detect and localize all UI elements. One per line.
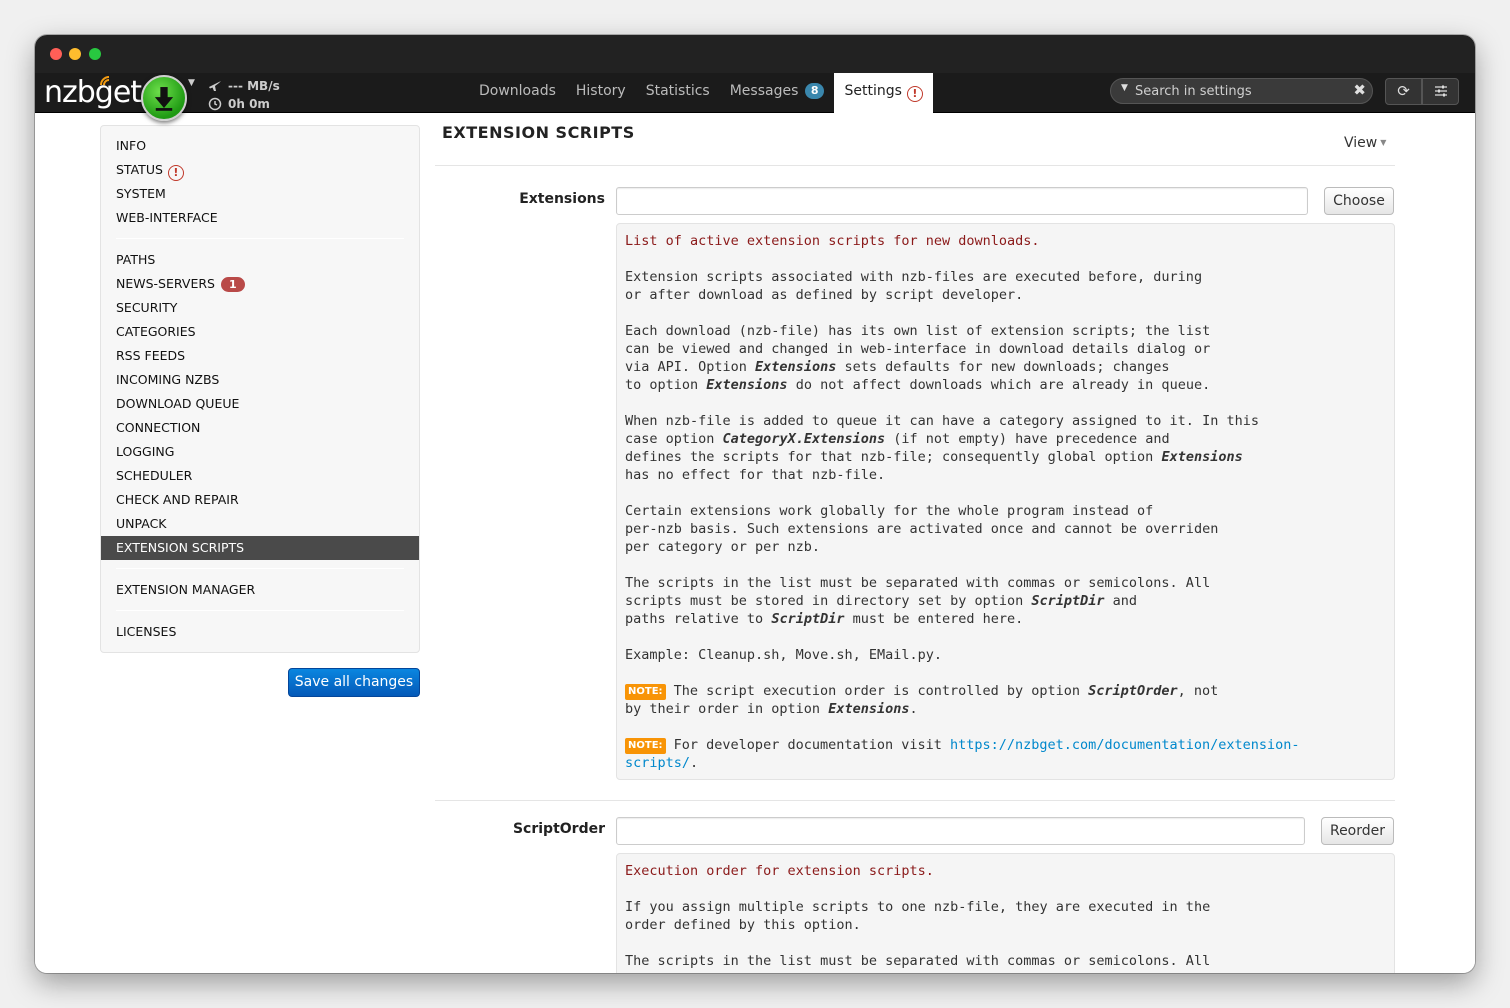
news-servers-badge: 1 bbox=[220, 277, 245, 292]
download-arrow-icon bbox=[154, 87, 174, 111]
tab-messages[interactable]: Messages 8 bbox=[720, 73, 835, 113]
description-text: must be entered here. bbox=[844, 611, 1024, 627]
search-input[interactable] bbox=[1135, 81, 1335, 101]
speed-value: --- MB/s bbox=[228, 78, 280, 93]
wifi-waves-icon bbox=[100, 76, 110, 86]
sidebar-item-rss-feeds[interactable]: RSS FEEDS bbox=[101, 344, 419, 368]
description-text: For developer documentation visit bbox=[665, 737, 951, 753]
tab-history[interactable]: History bbox=[566, 73, 636, 113]
save-all-changes-button[interactable]: Save all changes bbox=[288, 668, 420, 697]
sidebar-item-unpack[interactable]: UNPACK bbox=[101, 512, 419, 536]
description-lead: List of active extension scripts for new… bbox=[625, 233, 1040, 249]
refresh-icon: ⟳ bbox=[1397, 82, 1410, 100]
sidebar-item-categories[interactable]: CATEGORIES bbox=[101, 320, 419, 344]
sidebar-item-info[interactable]: INFO bbox=[101, 134, 419, 158]
sidebar-item-download-queue[interactable]: DOWNLOAD QUEUE bbox=[101, 392, 419, 416]
close-icon[interactable]: ✖ bbox=[1353, 81, 1366, 99]
extensions-input[interactable] bbox=[616, 187, 1308, 215]
description-text: . bbox=[909, 701, 918, 717]
description-text: Certain extensions work globally for the… bbox=[625, 503, 1219, 555]
sidebar-item-scheduler[interactable]: SCHEDULER bbox=[101, 464, 419, 488]
description-text: do not affect downloads which are alread… bbox=[787, 377, 1211, 393]
navbar: nzbget ▼ --- MB/s 0h 0m Downloads Histor… bbox=[35, 73, 1475, 121]
description-text: The script execution order is controlled… bbox=[665, 683, 1089, 699]
option-ref: ScriptDir bbox=[1031, 593, 1105, 609]
plane-icon bbox=[209, 81, 221, 91]
clock-icon bbox=[208, 97, 222, 111]
option-label-extensions: Extensions bbox=[519, 191, 605, 207]
logo: nzbget bbox=[44, 75, 142, 110]
sidebar-divider bbox=[116, 238, 404, 239]
option-divider bbox=[435, 800, 1395, 801]
refresh-button[interactable]: ⟳ bbox=[1385, 78, 1422, 105]
speed-info[interactable]: --- MB/s 0h 0m bbox=[208, 77, 280, 113]
note-badge: NOTE: bbox=[625, 738, 666, 754]
download-menu-caret[interactable]: ▼ bbox=[188, 78, 195, 88]
description-text: Example: Cleanup.sh, Move.sh, EMail.py. bbox=[625, 647, 942, 663]
sidebar-divider bbox=[116, 610, 404, 611]
sidebar-item-web-interface[interactable]: WEB-INTERFACE bbox=[101, 206, 419, 230]
maximize-window-button[interactable] bbox=[89, 48, 101, 60]
option-ref: ScriptDir bbox=[771, 611, 845, 627]
warning-icon: ! bbox=[906, 86, 923, 102]
sidebar-item-news-servers[interactable]: NEWS-SERVERS 1 bbox=[101, 272, 419, 296]
chevron-down-icon: ▼ bbox=[1380, 138, 1387, 147]
sidebar-item-extension-manager[interactable]: EXTENSION MANAGER bbox=[101, 578, 419, 602]
sidebar-item-incoming-nzbs[interactable]: INCOMING NZBS bbox=[101, 368, 419, 392]
tab-downloads[interactable]: Downloads bbox=[469, 73, 566, 113]
title-bar bbox=[35, 35, 1475, 73]
sidebar-item-connection[interactable]: CONNECTION bbox=[101, 416, 419, 440]
sidebar-item-security[interactable]: SECURITY bbox=[101, 296, 419, 320]
option-ref: Extensions bbox=[828, 701, 910, 717]
description-text: The scripts in the list must be separate… bbox=[625, 953, 1211, 969]
search-options-caret[interactable]: ▼ bbox=[1121, 83, 1128, 93]
main-tabs: Downloads History Statistics Messages 8 … bbox=[469, 73, 933, 113]
description-text: . bbox=[690, 755, 699, 771]
content-area: INFO STATUS! SYSTEM WEB-INTERFACE PATHS … bbox=[35, 113, 1475, 973]
scriptorder-description: Execution order for extension scripts. I… bbox=[616, 853, 1395, 973]
reorder-button[interactable]: Reorder bbox=[1321, 817, 1394, 845]
sidebar-item-paths[interactable]: PATHS bbox=[101, 248, 419, 272]
settings-search: ▼ ✖ bbox=[1110, 78, 1373, 104]
tab-statistics[interactable]: Statistics bbox=[636, 73, 720, 113]
sidebar-item-extension-scripts[interactable]: EXTENSION SCRIPTS bbox=[101, 536, 419, 560]
messages-count-badge: 8 bbox=[804, 83, 825, 99]
sidebar-divider bbox=[116, 568, 404, 569]
option-ref: CategoryX.Extensions bbox=[722, 431, 886, 447]
option-ref: ScriptOrder bbox=[1088, 683, 1178, 699]
option-label-scriptorder: ScriptOrder bbox=[512, 821, 605, 837]
option-ref: Extensions bbox=[1161, 449, 1243, 465]
sidebar-item-logging[interactable]: LOGGING bbox=[101, 440, 419, 464]
note-badge: NOTE: bbox=[625, 684, 666, 700]
choose-button[interactable]: Choose bbox=[1324, 187, 1394, 215]
page-title: EXTENSION SCRIPTS bbox=[442, 123, 635, 142]
extensions-description: List of active extension scripts for new… bbox=[616, 223, 1395, 780]
sliders-icon bbox=[1434, 85, 1447, 97]
minimize-window-button[interactable] bbox=[69, 48, 81, 60]
app-window: nzbget ▼ --- MB/s 0h 0m Downloads Histor… bbox=[35, 35, 1475, 973]
sidebar-item-system[interactable]: SYSTEM bbox=[101, 182, 419, 206]
sidebar-item-check-and-repair[interactable]: CHECK AND REPAIR bbox=[101, 488, 419, 512]
scriptorder-input[interactable] bbox=[616, 817, 1305, 845]
tab-settings[interactable]: Settings! bbox=[834, 73, 933, 113]
time-remaining: 0h 0m bbox=[228, 96, 270, 111]
heading-divider bbox=[435, 165, 1395, 166]
description-text: has no effect for that nzb-file. bbox=[625, 467, 886, 483]
preferences-button[interactable] bbox=[1422, 78, 1459, 105]
description-text: If you assign multiple scripts to one nz… bbox=[625, 899, 1211, 933]
download-toggle-button[interactable] bbox=[141, 75, 187, 121]
status-warning-icon: ! bbox=[167, 165, 184, 181]
option-ref: Extensions bbox=[755, 359, 837, 375]
settings-sidebar: INFO STATUS! SYSTEM WEB-INTERFACE PATHS … bbox=[100, 125, 420, 653]
description-lead: Execution order for extension scripts. bbox=[625, 863, 934, 879]
view-dropdown[interactable]: View ▼ bbox=[1344, 135, 1386, 151]
close-window-button[interactable] bbox=[50, 48, 62, 60]
sidebar-item-status[interactable]: STATUS! bbox=[101, 158, 419, 182]
description-text: Extension scripts associated with nzb-fi… bbox=[625, 269, 1203, 303]
sidebar-item-licenses[interactable]: LICENSES bbox=[101, 620, 419, 644]
option-ref: Extensions bbox=[706, 377, 788, 393]
